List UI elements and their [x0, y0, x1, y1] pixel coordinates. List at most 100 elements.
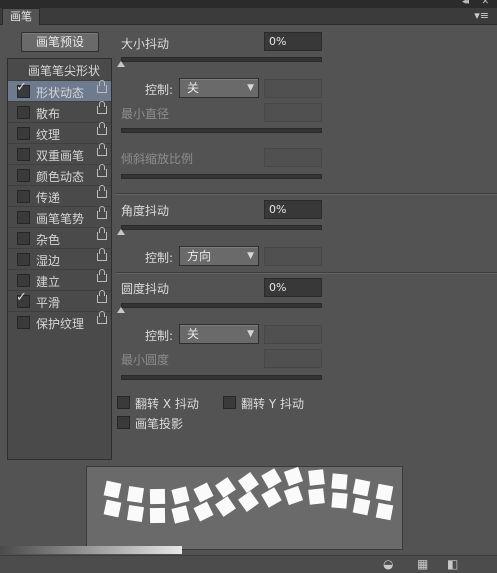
flip-x-checkbox[interactable]	[117, 396, 130, 409]
brush-stroke-preview	[86, 466, 403, 550]
size-jitter-slider-track[interactable]	[121, 57, 322, 62]
list-item-label: 湿边	[36, 254, 61, 268]
panel-menu-icon[interactable]: ▾≡	[474, 9, 489, 22]
brush-dab	[193, 482, 214, 503]
size-control-extra-field	[264, 79, 322, 98]
flip-y-checkbox[interactable]	[223, 396, 236, 409]
list-item-label: 画笔笔势	[36, 212, 85, 226]
lock-icon[interactable]	[97, 143, 107, 156]
list-item-checkbox[interactable]	[17, 106, 30, 119]
list-item[interactable]: 传递	[8, 185, 111, 207]
lock-icon[interactable]	[97, 185, 107, 198]
size-control-label: 控制:	[145, 83, 174, 97]
list-item-checkbox[interactable]	[17, 148, 30, 161]
list-item-label: 建立	[36, 275, 61, 289]
brush-dab	[171, 505, 190, 524]
brush-settings-list: 画笔笔尖形状 ✓ 形状动态散布 纹理双重画笔颜色动态 传递画笔笔势杂色湿边建立 ✓ 平滑保…	[7, 58, 112, 460]
list-item[interactable]: 纹理	[8, 122, 111, 144]
lock-icon[interactable]	[97, 290, 107, 303]
angle-control-extra-field	[264, 247, 322, 266]
checkmark-icon: ✓	[16, 80, 27, 95]
angle-jitter-field[interactable]: 0%	[264, 200, 322, 219]
list-item[interactable]: ✓ 平滑	[8, 290, 111, 312]
lock-icon[interactable]	[97, 164, 107, 177]
brush-dab	[238, 490, 259, 512]
list-item[interactable]: 散布	[8, 101, 111, 123]
list-item[interactable]: 保护纹理	[8, 311, 111, 333]
list-item[interactable]: 颜色动态	[8, 164, 111, 186]
tilt-scale-field	[264, 148, 322, 167]
list-item-checkbox[interactable]	[17, 274, 30, 287]
brush-tip-shape-label: 画笔笔尖形状	[28, 64, 101, 78]
checkmark-icon: ✓	[16, 290, 27, 305]
brush-dab	[375, 502, 394, 521]
list-item[interactable]: 双重画笔	[8, 143, 111, 165]
lock-icon[interactable]	[97, 122, 107, 135]
list-item-checkbox[interactable]	[17, 211, 30, 224]
roundness-control-extra-field	[264, 325, 322, 344]
size-jitter-label: 大小抖动	[121, 37, 170, 51]
list-item-checkbox[interactable]	[17, 253, 30, 266]
brush-dab	[308, 469, 325, 487]
list-item[interactable]: 湿边	[8, 248, 111, 270]
list-item-label: 颜色动态	[36, 170, 85, 184]
roundness-jitter-slider-track[interactable]	[121, 303, 322, 308]
lock-icon[interactable]	[97, 311, 107, 324]
list-item-checkbox[interactable]	[17, 127, 30, 140]
tilt-scale-label: 倾斜缩放比例	[121, 152, 194, 166]
brush-presets-button[interactable]: 画笔预设	[21, 32, 99, 52]
close-icon[interactable]: ✕	[481, 0, 489, 7]
brush-tip-shape-item[interactable]: 画笔笔尖形状	[8, 59, 111, 80]
brush-dab	[126, 504, 144, 522]
list-item-label: 保护纹理	[36, 317, 85, 331]
flip-y-label: 翻转 Y 抖动	[241, 397, 304, 411]
roundness-control-value: 关	[187, 327, 200, 341]
lock-icon[interactable]	[97, 80, 107, 93]
lock-icon[interactable]	[97, 248, 107, 261]
tab-brush[interactable]: 画笔	[2, 8, 40, 25]
brush-dab	[238, 471, 259, 493]
brush-dab	[193, 501, 214, 522]
brush-projection-checkbox[interactable]	[117, 416, 130, 429]
lock-icon[interactable]	[97, 101, 107, 114]
chevron-down-icon: ▼	[247, 251, 254, 261]
collapse-icon[interactable]: ◂◂	[462, 0, 469, 7]
grid-icon[interactable]: ▦	[417, 557, 428, 571]
size-jitter-field[interactable]: 0%	[264, 32, 322, 51]
list-item-checkbox[interactable]	[17, 232, 30, 245]
min-roundness-label: 最小圆度	[121, 353, 170, 367]
brush-dab	[215, 495, 237, 517]
preview-gradient-bar	[0, 546, 182, 554]
toggle-icon[interactable]: ◒	[383, 557, 393, 571]
list-item[interactable]: 建立	[8, 269, 111, 291]
brush-dab	[352, 478, 371, 496]
roundness-jitter-field[interactable]: 0%	[264, 278, 322, 297]
list-item-checkbox[interactable]	[17, 169, 30, 182]
list-item-checkbox[interactable]	[17, 316, 30, 329]
angle-jitter-slider-thumb[interactable]	[117, 229, 125, 235]
angle-control-label: 控制:	[145, 251, 174, 265]
roundness-control-label: 控制:	[145, 329, 174, 343]
lock-icon[interactable]	[97, 227, 107, 240]
lock-icon[interactable]	[97, 269, 107, 282]
lock-icon[interactable]	[97, 206, 107, 219]
roundness-control-select[interactable]: 关 ▼	[179, 324, 259, 344]
list-item[interactable]: ✓ 形状动态	[8, 80, 111, 102]
angle-jitter-slider-track[interactable]	[121, 225, 322, 230]
angle-control-select[interactable]: 方向 ▼	[179, 246, 259, 266]
size-control-value: 关	[187, 81, 200, 95]
list-item[interactable]: 画笔笔势	[8, 206, 111, 228]
size-jitter-slider-thumb[interactable]	[117, 61, 125, 67]
tilt-scale-slider-track	[121, 174, 322, 179]
roundness-jitter-slider-thumb[interactable]	[117, 307, 125, 313]
list-item-label: 杂色	[36, 233, 61, 247]
list-item-checkbox[interactable]	[17, 190, 30, 203]
brush-dab	[308, 488, 325, 506]
list-item[interactable]: 杂色	[8, 227, 111, 249]
min-roundness-field	[264, 349, 322, 368]
list-item-label: 双重画笔	[36, 149, 85, 163]
brush-dab	[150, 488, 166, 505]
new-preset-icon[interactable]: ◧	[447, 557, 458, 571]
list-item-label: 散布	[36, 107, 61, 121]
size-control-select[interactable]: 关 ▼	[179, 78, 259, 98]
